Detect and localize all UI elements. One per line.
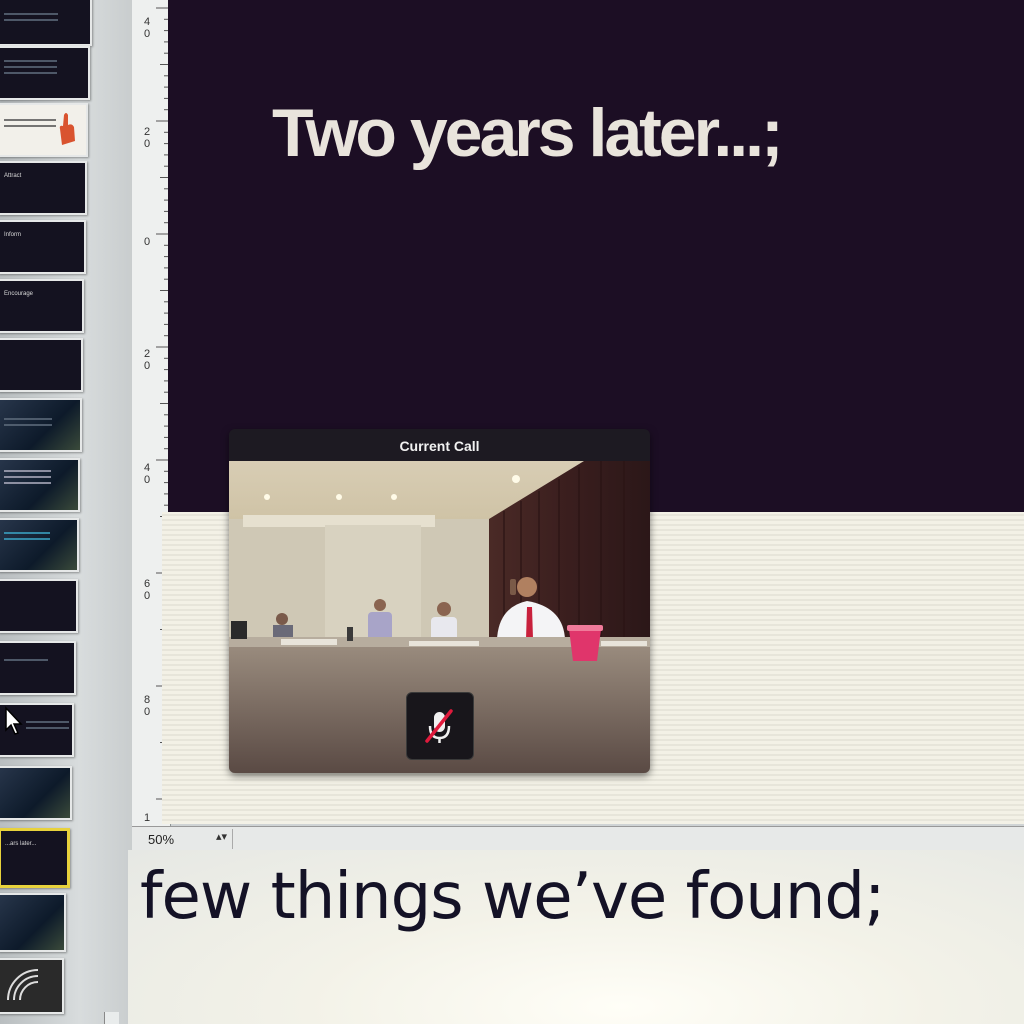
slide-thumbnail-8[interactable] <box>0 398 82 452</box>
slide-thumbnail-17[interactable] <box>0 958 64 1014</box>
slide-thumbnail-16[interactable] <box>0 893 66 952</box>
slide-thumbnail-1[interactable] <box>0 0 92 46</box>
pointing-hand-icon <box>59 113 75 145</box>
thumbnail-text-lines <box>4 532 51 544</box>
mouse-pointer-icon <box>5 706 23 735</box>
slide-thumbnail-11[interactable] <box>0 579 78 633</box>
select-arrows-icon: ▴▾ <box>216 831 228 843</box>
slide-thumbnail-6[interactable]: Encourage <box>0 279 84 333</box>
ruler-label: 1 <box>143 812 151 824</box>
thumbnail-label: Inform <box>4 232 22 238</box>
ruler-label: 2 0 <box>143 348 151 372</box>
sidebar-resize-handle[interactable] <box>104 1012 119 1024</box>
slide-thumbnail-3[interactable] <box>0 103 88 157</box>
ruler-label: 2 0 <box>143 126 151 150</box>
presenter-notes-text[interactable]: few things we’ve found; <box>140 860 886 934</box>
ruler-label: 4 0 <box>143 16 151 40</box>
thumbnail-text-lines <box>26 721 70 733</box>
current-call-window[interactable]: Current Call <box>229 429 650 773</box>
thumbnail-text-lines <box>4 119 56 131</box>
slide-thumbnail-10[interactable] <box>0 518 79 572</box>
ruler-label: 0 <box>143 236 151 248</box>
slide-thumbnail-12[interactable] <box>0 641 76 695</box>
zoom-bar: 50% ▴▾ <box>132 826 1024 852</box>
microphone-muted-icon <box>425 709 453 743</box>
thumbnail-text-lines <box>4 659 49 665</box>
thumbnail-label: Attract <box>4 173 22 179</box>
ruler-label: 6 0 <box>143 578 151 602</box>
slide-thumbnail-9[interactable] <box>0 458 80 512</box>
slide-thumbnail-2[interactable] <box>0 46 90 100</box>
ruler-label: 4 0 <box>143 462 151 486</box>
slide-thumbnail-4[interactable]: Attract <box>0 161 87 215</box>
thumbnail-text-lines <box>4 13 58 25</box>
zoom-level-value: 50% <box>148 832 175 847</box>
mute-microphone-button[interactable] <box>406 692 474 760</box>
ruler-label: 8 0 <box>143 694 151 718</box>
slide-thumbnail-7[interactable] <box>0 338 83 392</box>
slide-title[interactable]: Two years later...; <box>272 94 784 172</box>
zoom-level-select[interactable]: 50% ▴▾ <box>136 829 233 849</box>
slide-thumbnail-15-selected[interactable]: ...ars later... <box>0 828 70 888</box>
slide-thumbnail-sidebar: Attract Inform Encourage ...ars later... <box>0 0 132 1024</box>
call-window-title: Current Call <box>399 438 480 454</box>
thumbnail-label: Encourage <box>4 291 34 297</box>
thumbnail-label: ...ars later... <box>5 841 37 847</box>
thumbnail-text-lines <box>4 470 51 488</box>
thumbnail-text-lines <box>4 60 57 78</box>
slide-thumbnail-14[interactable] <box>0 766 72 820</box>
presenter-notes-pane[interactable]: few things we’ve found; <box>128 850 1024 1024</box>
slide-thumbnail-5[interactable]: Inform <box>0 220 86 274</box>
thumbnail-text-lines <box>4 418 52 430</box>
arcs-graphic-icon <box>7 969 39 1001</box>
